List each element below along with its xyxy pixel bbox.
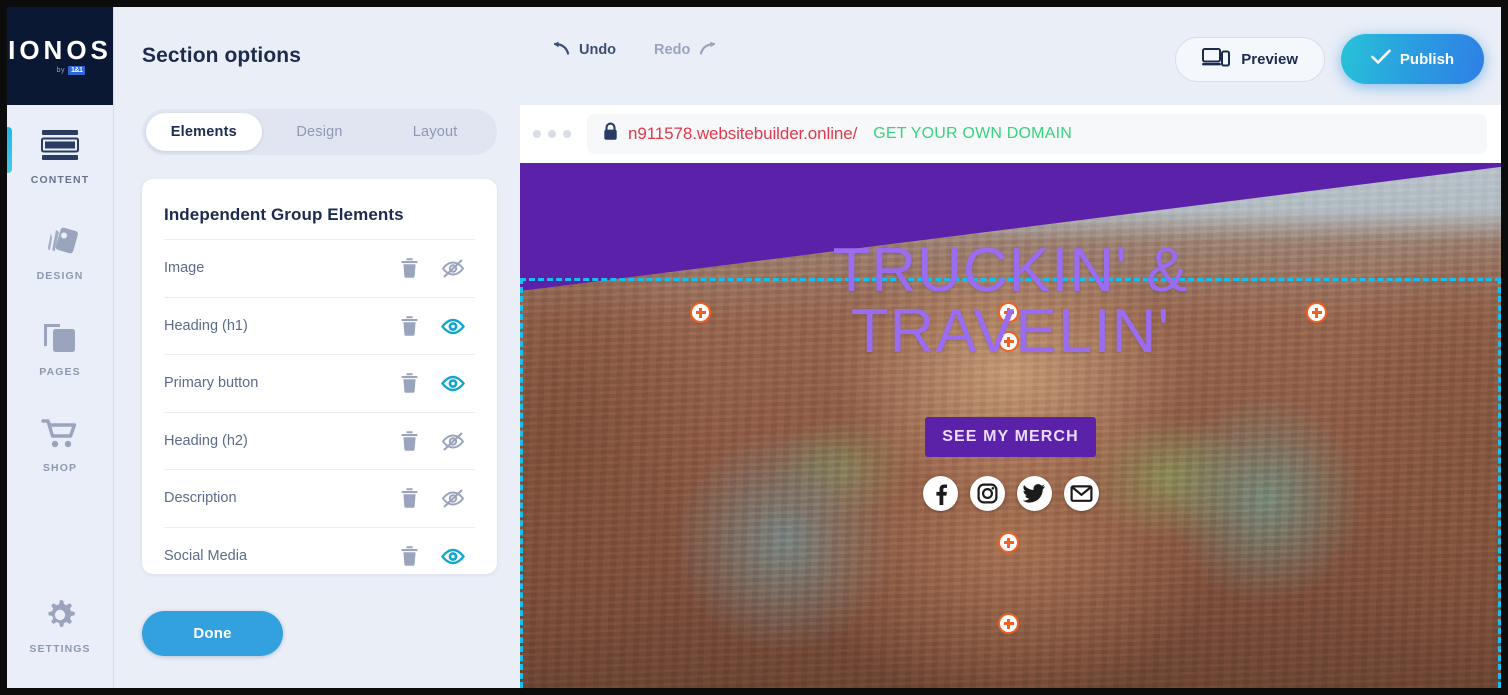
preview-button[interactable]: Preview	[1175, 36, 1325, 82]
redo-label: Redo	[654, 42, 691, 58]
hero-content: TRUCKIN' & TRAVELIN' SEE MY MERCH	[520, 240, 1501, 511]
top-actions: Preview Publish	[1175, 34, 1484, 84]
sidebar-item-content[interactable]: CONTENT	[7, 109, 113, 201]
logo-wordmark: IONOS	[8, 35, 112, 65]
publish-button[interactable]: Publish	[1341, 34, 1484, 84]
top-toolbar: Undo Redo Preview Publish	[520, 7, 1501, 105]
undo-label: Undo	[579, 42, 617, 58]
element-row-description[interactable]: Description	[164, 469, 475, 527]
panel-header: Section options	[113, 7, 520, 105]
sidebar-item-shop-label: SHOP	[42, 462, 78, 474]
sidebar-item-content-label: CONTENT	[30, 174, 90, 186]
sidebar-item-design-label: DESIGN	[36, 270, 84, 282]
email-icon[interactable]	[1063, 475, 1099, 511]
element-row-heading-h1[interactable]: Heading (h1)	[164, 296, 475, 355]
pages-stack-icon	[42, 316, 78, 360]
add-element-handle[interactable]	[998, 613, 1019, 634]
element-label: Heading (h2)	[164, 432, 248, 449]
history-controls: Undo Redo	[550, 41, 719, 59]
ionos-logo[interactable]: IONOS by 1&1	[7, 7, 113, 105]
undo-arrow-icon	[550, 41, 570, 59]
visibility-off-icon[interactable]	[431, 257, 475, 279]
visibility-on-icon[interactable]	[431, 372, 475, 394]
logo-byline-mark: 1&1	[68, 66, 86, 75]
social-links	[922, 475, 1099, 511]
delete-icon[interactable]	[387, 372, 431, 394]
site-canvas: n911578.websitebuilder.online/ GET YOUR …	[520, 105, 1501, 688]
twitter-icon[interactable]	[1016, 475, 1052, 511]
delete-icon[interactable]	[387, 545, 431, 567]
elements-card-title: Independent Group Elements	[164, 205, 404, 224]
sidebar-item-settings-label: SETTINGS	[29, 643, 91, 655]
tab-elements[interactable]: Elements	[146, 113, 262, 151]
devices-icon	[1202, 47, 1231, 71]
element-row-social-media[interactable]: Social Media	[164, 526, 475, 575]
element-row-primary-button[interactable]: Primary button	[164, 354, 475, 412]
done-button[interactable]: Done	[142, 611, 283, 656]
logo-byline-text: by	[56, 67, 66, 74]
sidebar-item-shop[interactable]: SHOP	[7, 397, 113, 489]
sidebar-item-design[interactable]: DESIGN	[7, 205, 113, 297]
element-row-heading-h2[interactable]: Heading (h2)	[164, 411, 475, 470]
element-label: Description	[164, 490, 237, 507]
visibility-on-icon[interactable]	[431, 315, 475, 337]
visibility-off-icon[interactable]	[431, 430, 475, 452]
hero-heading[interactable]: TRUCKIN' & TRAVELIN'	[731, 240, 1291, 363]
see-my-merch-button[interactable]: SEE MY MERCH	[925, 416, 1096, 457]
content-layout-icon	[41, 124, 79, 168]
url-text: n911578.websitebuilder.online/	[628, 124, 858, 143]
preview-label: Preview	[1241, 50, 1298, 68]
primary-sidebar: IONOS by 1&1 CONTENT DESIGN PAGES SHOP S…	[7, 7, 113, 688]
tab-layout[interactable]: Layout	[377, 113, 493, 151]
delete-icon[interactable]	[387, 487, 431, 509]
delete-icon[interactable]	[387, 430, 431, 452]
undo-button[interactable]: Undo	[550, 41, 616, 59]
browser-chrome: n911578.websitebuilder.online/ GET YOUR …	[520, 105, 1501, 163]
delete-icon[interactable]	[387, 257, 431, 279]
element-label: Social Media	[164, 547, 248, 564]
element-label: Image	[164, 260, 205, 277]
section-options-panel: Section options Elements Design Layout I…	[113, 7, 520, 688]
panel-footer: Done	[142, 611, 283, 656]
visibility-off-icon[interactable]	[431, 487, 475, 509]
panel-tabs: Elements Design Layout	[142, 109, 497, 155]
sidebar-item-pages-label: PAGES	[39, 366, 81, 378]
visibility-on-icon[interactable]	[431, 545, 475, 567]
lock-icon	[603, 122, 618, 146]
get-domain-link[interactable]: GET YOUR OWN DOMAIN	[873, 125, 1072, 143]
publish-label: Publish	[1399, 50, 1455, 68]
logo-byline: by 1&1	[57, 66, 86, 75]
window-dots-icon	[533, 130, 571, 138]
design-palette-icon	[40, 220, 80, 264]
add-element-handle[interactable]	[998, 532, 1019, 553]
redo-button[interactable]: Redo	[654, 41, 719, 59]
element-label: Heading (h1)	[164, 317, 248, 334]
check-icon	[1371, 49, 1391, 69]
facebook-icon[interactable]	[922, 475, 958, 511]
redo-arrow-icon	[699, 41, 719, 59]
sidebar-item-settings[interactable]: SETTINGS	[7, 578, 113, 670]
shop-cart-icon	[40, 412, 80, 456]
tab-design[interactable]: Design	[262, 113, 378, 151]
app-window: IONOS by 1&1 CONTENT DESIGN PAGES SHOP S…	[0, 0, 1508, 695]
sidebar-item-pages[interactable]: PAGES	[7, 301, 113, 393]
address-bar[interactable]: n911578.websitebuilder.online/ GET YOUR …	[587, 114, 1487, 154]
delete-icon[interactable]	[387, 315, 431, 337]
site-preview: TRUCKIN' & TRAVELIN' SEE MY MERCH	[520, 163, 1501, 688]
element-row-image[interactable]: Image	[164, 239, 475, 297]
gear-icon	[41, 593, 79, 637]
instagram-icon[interactable]	[969, 475, 1005, 511]
elements-card: Independent Group Elements Image Heading…	[142, 179, 497, 574]
page-title: Section options	[142, 44, 301, 67]
element-label: Primary button	[164, 375, 259, 392]
